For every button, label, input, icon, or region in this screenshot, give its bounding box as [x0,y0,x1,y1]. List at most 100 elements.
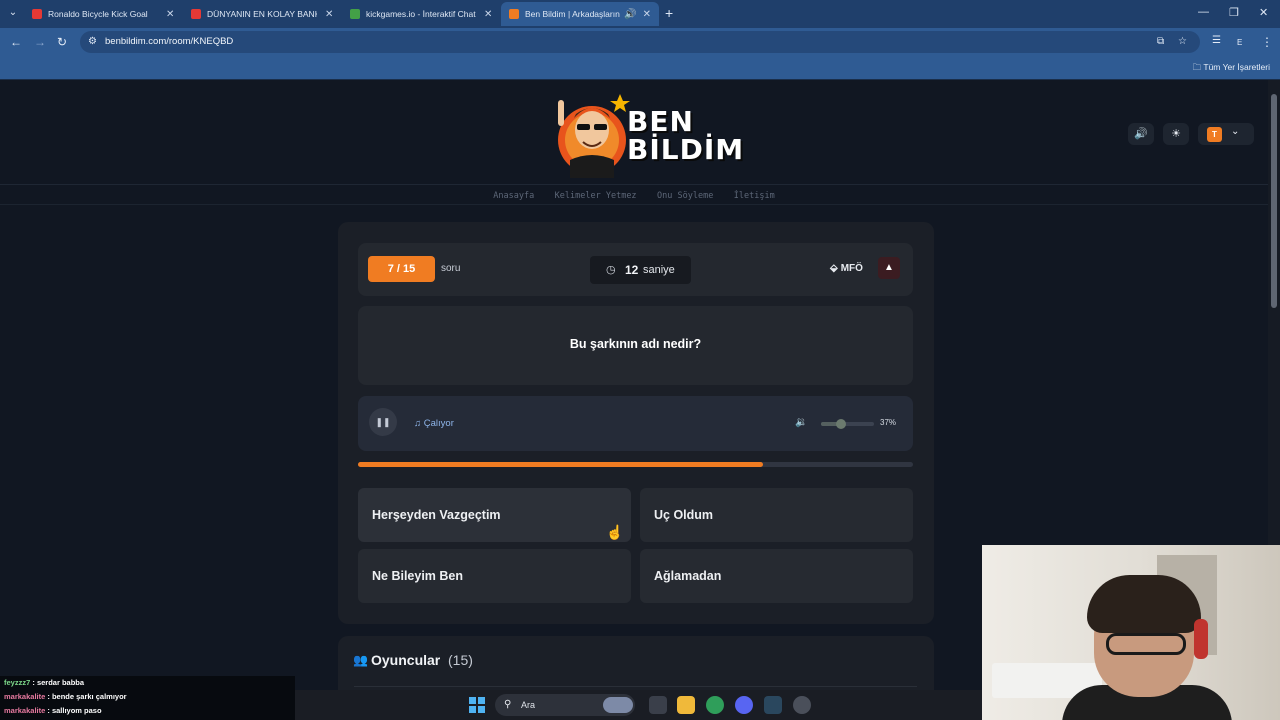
stream-chat-overlay: feyzzz7 : serdar babba markakalite : ben… [0,676,295,720]
nav-link-contact[interactable]: İletişim [734,191,775,201]
category-label: MFÖ [840,263,863,274]
close-tab-icon[interactable]: ✕ [484,9,492,20]
forward-icon[interactable]: → [34,35,46,49]
tab-audio-icon[interactable]: 🔊 [624,9,636,20]
nav-link-onu-soyleme[interactable]: Onu Söyleme [657,191,713,201]
tab-title: Ronaldo Bicycle Kick Goal [48,9,148,19]
browser-tab[interactable]: DÜNYANIN EN KOLAY BANKA ✕ [191,4,341,24]
close-tab-icon[interactable]: ✕ [166,9,174,20]
divider [354,686,917,687]
chat-username: markakalite [4,692,46,701]
app-icon[interactable] [793,696,811,714]
nav-link-kelimeler-yetmez[interactable]: Kelimeler Yetmez [555,191,637,201]
user-menu-button[interactable]: T ⌄ [1198,123,1254,145]
windows-start-icon[interactable] [469,697,485,713]
scrollbar-thumb[interactable] [1271,94,1277,308]
chat-text: : serdar babba [32,678,85,687]
players-count: (15) [448,652,473,668]
tag-icon: ⬙ [830,263,838,274]
taskbar-search-placeholder: Ara [521,700,536,710]
windows-taskbar: ⚲ Ara [295,690,982,720]
chat-message: markakalite : sallıyom paso [0,704,295,718]
url-bar[interactable]: ⚙ benbildim.com/room/KNEQBD ⧉ ☆ [80,31,1200,53]
question-box: Bu şarkının adı nedir? [358,306,913,385]
volume-slider[interactable] [821,419,874,429]
search-icon: ⚲ [504,699,512,710]
chat-username: markakalite [4,706,46,715]
all-bookmarks-label: Tüm Yer İşaretleri [1203,62,1270,72]
close-window-icon[interactable]: ✕ [1259,6,1268,19]
sun-icon: ☀ [1171,128,1181,140]
taskbar-search[interactable]: ⚲ Ara [495,694,635,716]
avatar: T [1207,127,1222,142]
webcam-overlay [982,545,1280,720]
playing-status-label: Çalıyor [423,418,454,429]
reload-icon[interactable]: ↻ [57,35,67,49]
sound-toggle-button[interactable]: 🔊 [1128,123,1154,145]
chat-message: markakalite : bende şarkı çalmıyor [0,690,295,704]
close-tab-icon[interactable]: ✕ [643,9,651,20]
volume-slider-handle[interactable] [835,419,846,429]
time-progress-bar [358,462,913,467]
timer-unit: saniye [643,264,675,276]
category-tag: ⬙ MFÖ [830,263,863,274]
profile-icon[interactable]: E [1237,38,1242,47]
minimize-icon[interactable]: — [1198,6,1209,18]
chat-text: : sallıyom paso [47,706,102,715]
answer-option-4[interactable]: Ağlamadan [640,549,913,603]
webcam-person-hair [1087,575,1201,633]
time-progress-fill [358,462,764,467]
back-icon[interactable]: ← [10,35,22,49]
report-button[interactable]: ▲ [878,257,900,279]
restore-icon[interactable]: ❐ [1229,6,1239,19]
logo-wordmark: BEN BİLDİM [627,108,744,164]
new-tab-button[interactable]: + [665,5,673,21]
question-text: Bu şarkının adı nedir? [569,337,702,351]
file-explorer-icon[interactable] [677,696,695,714]
volume-percent: 37% [880,418,897,427]
benbildim-favicon-icon [509,9,519,19]
discord-icon[interactable] [735,696,753,714]
chrome-icon[interactable] [706,696,724,714]
answer-option-3[interactable]: Ne Bileyim Ben [358,549,631,603]
tab-title: DÜNYANIN EN KOLAY BANKA [207,9,317,19]
url-text[interactable]: benbildim.com/room/KNEQBD [105,36,233,47]
bookmarks-bar: 🗀 Tüm Yer İşaretleri [0,56,1280,80]
nav-link-home[interactable]: Anasayfa [493,191,534,201]
clock-icon: ◷ [606,264,616,276]
speaker-icon: 🔊 [1134,128,1148,140]
theme-toggle-button[interactable]: ☀ [1163,123,1189,145]
music-note-icon: ♫ [414,418,424,429]
browser-tab-active[interactable]: Ben Bildim | Arkadaşlarınla 🔊 ✕ [501,2,659,26]
volume-icon[interactable]: 🔉 [795,417,807,428]
folder-icon: 🗀 [1192,62,1204,72]
answer-option-1[interactable]: Herşeyden Vazgeçtim [358,488,631,542]
answer-option-2[interactable]: Uç Oldum [640,488,913,542]
site-header: BEN BİLDİM 🔊 ☀ T ⌄ [0,80,1268,185]
question-counter: 7 / 15 [368,256,435,282]
bookmark-star-icon[interactable]: ☆ [1178,36,1187,47]
webcam-headset [1194,619,1208,659]
tab-title: kickgames.io - İnteraktif Chat O [366,9,476,19]
task-view-icon[interactable] [649,696,667,714]
browser-tab-strip: ⌄ Ronaldo Bicycle Kick Goal ✕ DÜNYANIN E… [0,0,1280,28]
menu-kebab-icon[interactable]: ⋮ [1261,35,1273,49]
audio-player: ❚❚ ♫ Çalıyor 🔉 37% [358,396,913,451]
close-tab-icon[interactable]: ✕ [325,9,333,20]
game-card: 7 / 15 soru ◷ 12 saniye ⬙ MFÖ ▲ Bu şarkın… [338,222,934,624]
pause-button[interactable]: ❚❚ [369,408,397,436]
all-bookmarks-button[interactable]: 🗀 Tüm Yer İşaretleri [1193,62,1270,76]
site-info-icon[interactable]: ⚙ [88,36,97,47]
kickgames-favicon-icon [350,9,360,19]
tab-search-chevron-icon[interactable]: ⌄ [4,4,22,22]
browser-tab[interactable]: Ronaldo Bicycle Kick Goal ✕ [32,4,182,24]
youtube-favicon-icon [32,9,42,19]
webcam-person-glasses [1106,633,1186,655]
search-highlight-image [603,697,633,713]
reading-list-icon[interactable]: ☰ [1212,35,1221,46]
site-nav: Anasayfa Kelimeler Yetmez Onu Söyleme İl… [0,185,1268,205]
browser-tab[interactable]: kickgames.io - İnteraktif Chat O ✕ [350,4,500,24]
timer: ◷ 12 saniye [590,256,691,284]
steam-icon[interactable] [764,696,782,714]
install-app-icon[interactable]: ⧉ [1157,36,1164,47]
